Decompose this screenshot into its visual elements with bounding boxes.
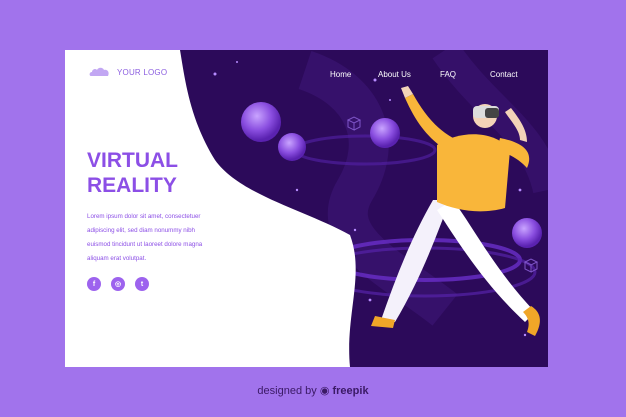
orb-4: [512, 218, 542, 248]
nav-home[interactable]: Home: [330, 70, 351, 79]
social-links: f ◎ t: [87, 277, 149, 291]
nav-about-us[interactable]: About Us: [378, 70, 411, 79]
hero-title-line1: VIRTUAL: [87, 149, 178, 172]
nav-faq[interactable]: FAQ: [440, 70, 456, 79]
footer-credit: designed by ◉ freepik: [0, 384, 626, 397]
orb-1: [241, 102, 281, 142]
facebook-icon[interactable]: f: [87, 277, 101, 291]
orb-3: [370, 118, 400, 148]
hero-body-line: aliquam erat volutpat.: [87, 255, 147, 262]
hero-body-line: euismod tincidunt ut laoreet dolore magn…: [87, 241, 203, 248]
hero-body: Lorem ipsum dolor sit amet, consectetuer…: [87, 210, 227, 266]
logo-text: YOUR LOGO: [117, 67, 168, 77]
orb-2: [278, 133, 306, 161]
footer-brand[interactable]: freepik: [332, 385, 368, 397]
twitter-icon[interactable]: t: [135, 277, 149, 291]
cloud-logo-icon: [89, 67, 109, 76]
hero-title-line2: REALITY: [87, 174, 177, 197]
hero-title: VIRTUAL REALITY: [87, 148, 178, 198]
hero-body-line: Lorem ipsum dolor sit amet, consectetuer: [87, 213, 201, 220]
vr-scene-illustration: [65, 50, 548, 367]
landing-card: YOUR LOGO Home About Us FAQ Contact VIRT…: [65, 50, 548, 367]
freepik-logo-icon: ◉: [319, 385, 330, 397]
nav-contact[interactable]: Contact: [490, 70, 518, 79]
footer-prefix: designed by: [257, 385, 317, 397]
logo[interactable]: YOUR LOGO: [89, 66, 167, 78]
instagram-icon[interactable]: ◎: [111, 277, 125, 291]
hero-body-line: adipiscing elit, sed diam nonummy nibh: [87, 227, 195, 234]
